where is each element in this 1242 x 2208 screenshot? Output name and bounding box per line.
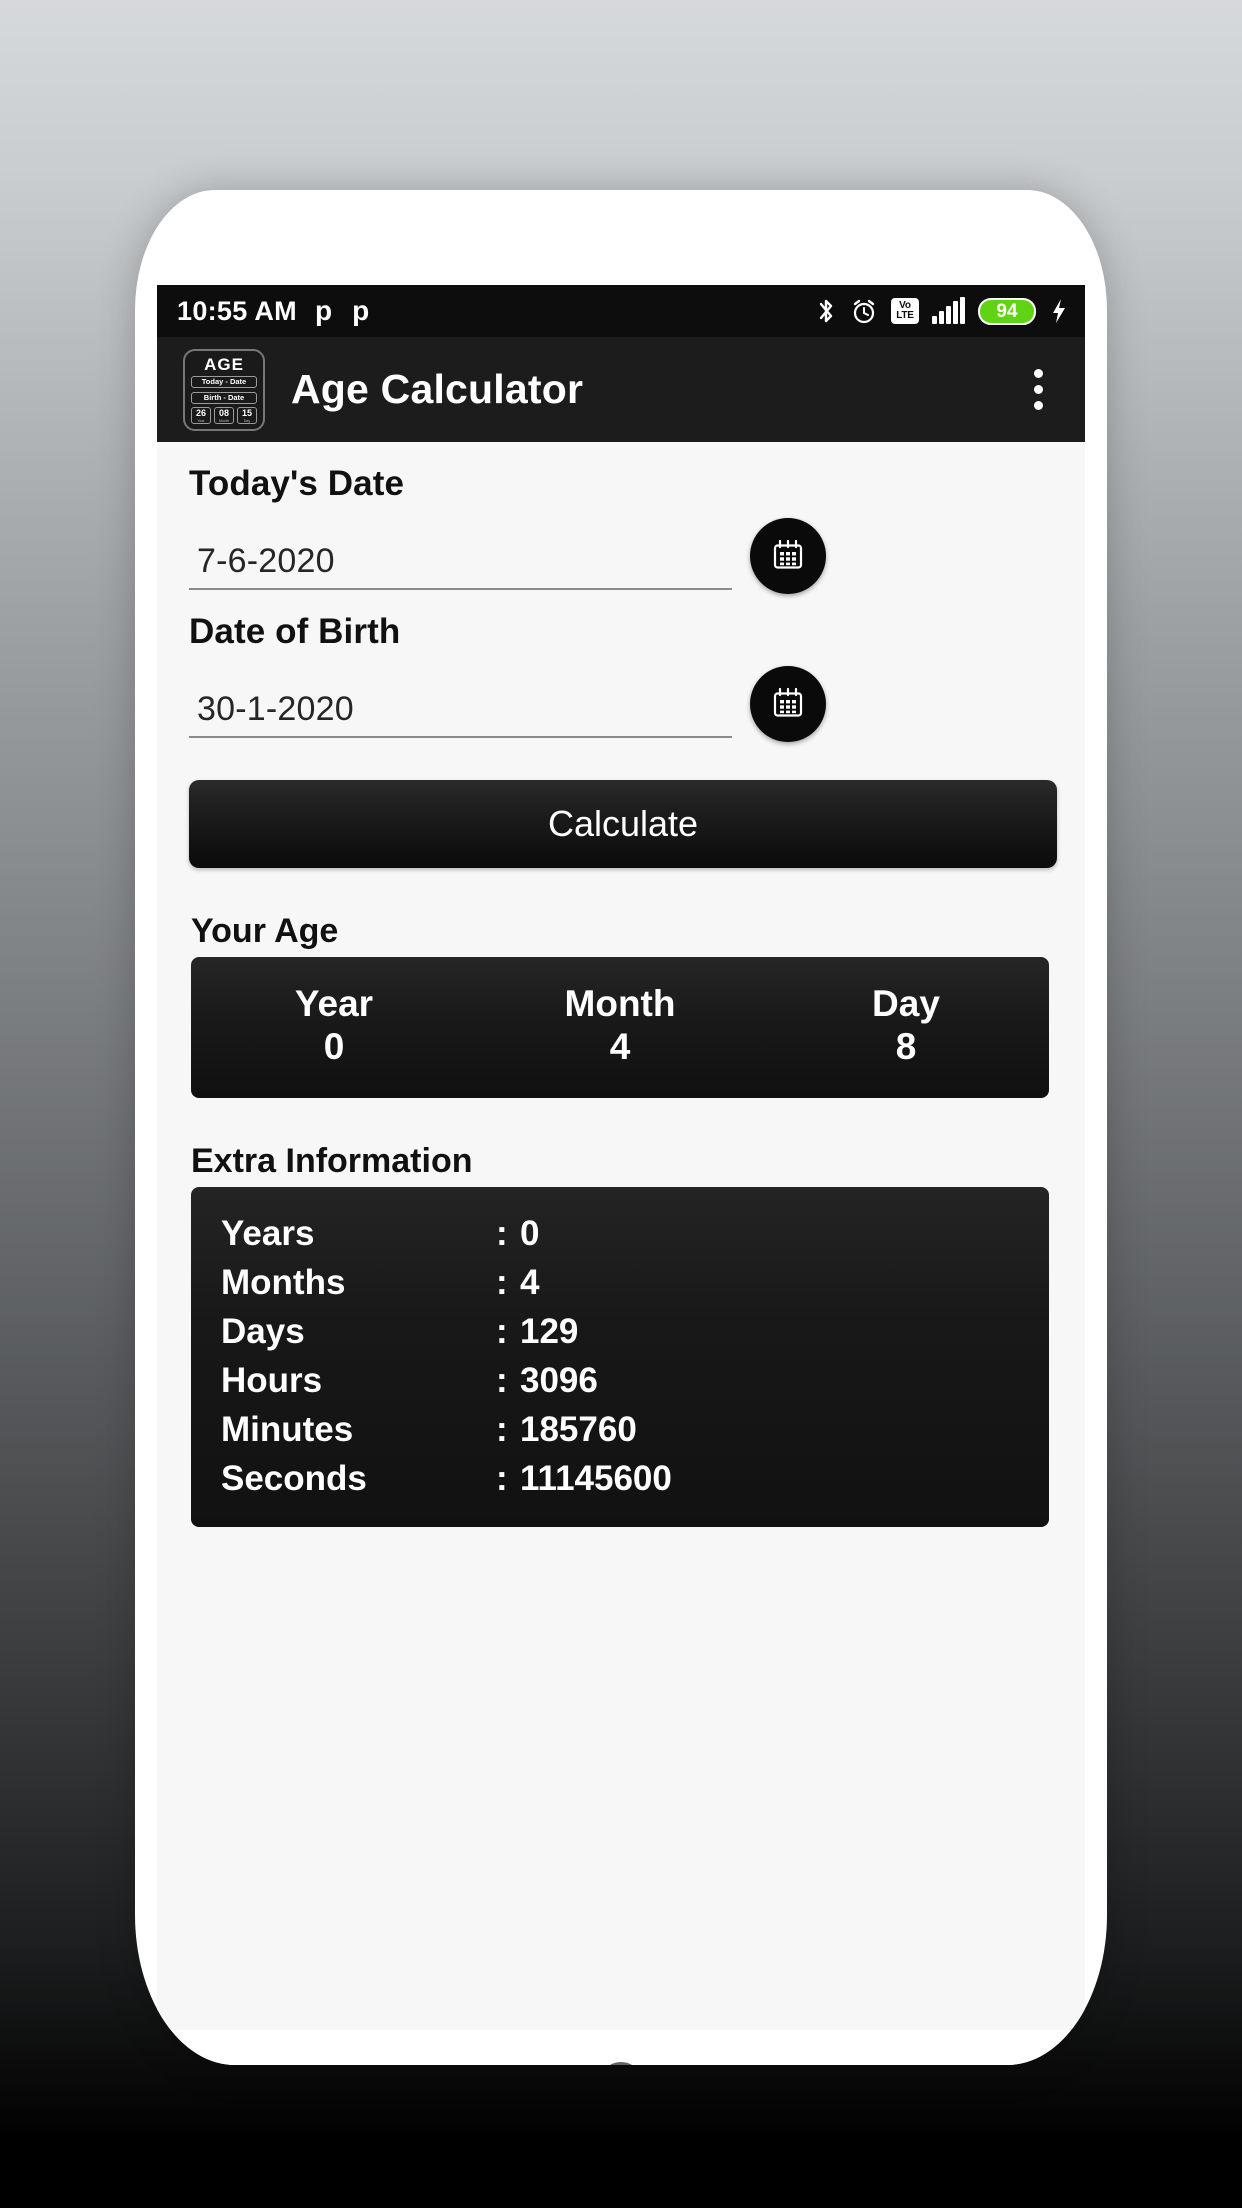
recents-square-icon[interactable] [328,2048,400,2065]
app-icon-box-year: 26 Year [191,407,211,425]
extra-row-key: Minutes [221,1410,354,1450]
extra-row-key: Months [221,1263,346,1303]
extra-information-section: Extra Information Years : 0 Months : 4 D… [157,1142,1085,1528]
phone-screen: 10:55 AM р р Vo LTE 94 AGE Today - Date … [157,285,1085,2030]
app-icon-box-month: 08 Month [214,407,234,425]
date-of-birth-input-wrap [189,690,732,738]
back-triangle-icon[interactable] [842,2048,914,2065]
alarm-icon [853,299,875,324]
age-column-month-label: Month [564,983,676,1024]
extra-row-value: 185760 [520,1410,637,1450]
todays-date-input[interactable] [197,542,732,581]
age-column-year-value: 0 [323,1025,345,1067]
app-icon-box-month-value: 08 [218,408,229,419]
date-of-birth-row [189,666,1057,742]
app-icon-birth-row: Birth - Date [191,391,257,404]
extra-row: Seconds : 11145600 [221,1454,1049,1503]
status-bar-system-icons: Vo LTE 94 [815,297,1069,325]
main-content: Today's Date 7-6-2020 Date of Birth 30-1… [157,464,1085,2030]
age-column-day: Day 8 [763,983,1049,1068]
volte-icon: Vo LTE [891,298,919,324]
p-icon: р [314,295,333,326]
todays-date-calendar-button[interactable] [750,518,826,594]
extra-row-separator: : [496,1214,508,1254]
app-icon-box-year-value: 26 [195,408,206,419]
extra-row-separator: : [496,1410,508,1450]
extra-row: Months : 4 [221,1258,1049,1307]
age-calculator-app-icon: AGE Today - Date Birth - Date 26 Year 08… [183,348,265,431]
date-of-birth-block: Date of Birth [157,612,1085,742]
p-icon: р [352,295,370,326]
charging-bolt-icon [1053,299,1065,323]
extra-row-value: 11145600 [520,1459,672,1499]
volte-bottom: LTE [896,310,914,321]
extra-row-value: 4 [520,1263,540,1303]
app-icon-box-day-value: 15 [241,408,252,419]
app-icon-box-year-label: Year [197,419,205,424]
extra-row-separator: : [496,1459,508,1499]
extra-row-separator: : [496,1263,508,1303]
calendar-icon [773,539,803,569]
your-age-label: Your Age [191,912,339,950]
extra-row: Minutes : 185760 [221,1405,1049,1454]
your-age-card: Year 0 Month 4 Day 8 [191,957,1049,1099]
age-column-month: Month 4 [477,983,763,1068]
status-bar-time: 10:55 AM [177,295,297,326]
calendar-icon [773,687,803,717]
bluetooth-icon [819,299,833,323]
age-column-year-label: Year [294,983,374,1024]
extra-row-value: 0 [520,1214,540,1254]
app-icon-title: AGE [204,354,244,374]
app-bar: AGE Today - Date Birth - Date 26 Year 08… [157,337,1085,442]
extra-row-key: Seconds [221,1459,367,1499]
app-title: Age Calculator [291,366,584,412]
extra-row-key: Days [221,1312,305,1352]
extra-row: Days : 129 [221,1307,1049,1356]
extra-row-separator: : [496,1312,508,1352]
todays-date-label: Today's Date [189,464,405,503]
extra-row-value: 129 [520,1312,579,1352]
todays-date-block: Today's Date [157,464,1085,594]
app-icon-boxes: 26 Year 08 Month 15 Day [191,407,257,425]
extra-row: Hours : 3096 [221,1356,1049,1405]
battery-icon: 94 [978,297,1036,325]
more-vertical-icon[interactable] [1015,355,1061,425]
battery-level: 94 [996,300,1018,322]
extra-row: Years : 0 [221,1209,1049,1258]
app-icon-today-row: Today - Date [191,376,257,389]
date-of-birth-input[interactable] [197,690,732,729]
todays-date-row [189,518,1057,594]
date-of-birth-label: Date of Birth [189,612,401,651]
extra-row-separator: : [496,1361,508,1401]
extra-row-key: Years [221,1214,315,1254]
phone-frame: 10:55 AM р р Vo LTE 94 AGE Today - Date … [135,190,1107,2065]
age-column-year: Year 0 [191,983,477,1068]
home-circle-icon[interactable] [585,2048,657,2065]
calculate-button[interactable]: Calculate [189,780,1057,868]
app-icon-box-day-label: Day [243,419,251,424]
status-bar-notification-icons: р р [315,297,369,325]
age-column-day-label: Day [872,983,940,1024]
status-bar: 10:55 AM р р Vo LTE 94 [157,285,1085,337]
extra-information-card: Years : 0 Months : 4 Days : 129 Hours: … [191,1187,1049,1528]
extra-row-key: Hours [221,1361,323,1401]
age-column-day-value: 8 [895,1025,917,1067]
your-age-section: Your Age Year 0 Month 4 Day 8 [157,912,1085,1099]
app-icon-box-month-label: Month [219,419,229,424]
navigation-bar [157,2030,1085,2065]
extra-row-value: 3096 [520,1361,598,1401]
extra-information-label: Extra Information [191,1142,473,1181]
age-column-month-value: 4 [609,1025,631,1067]
app-icon-box-day: 15 Day [237,407,257,425]
signal-icon [932,297,965,324]
date-of-birth-calendar-button[interactable] [750,666,826,742]
todays-date-input-wrap [189,542,732,590]
